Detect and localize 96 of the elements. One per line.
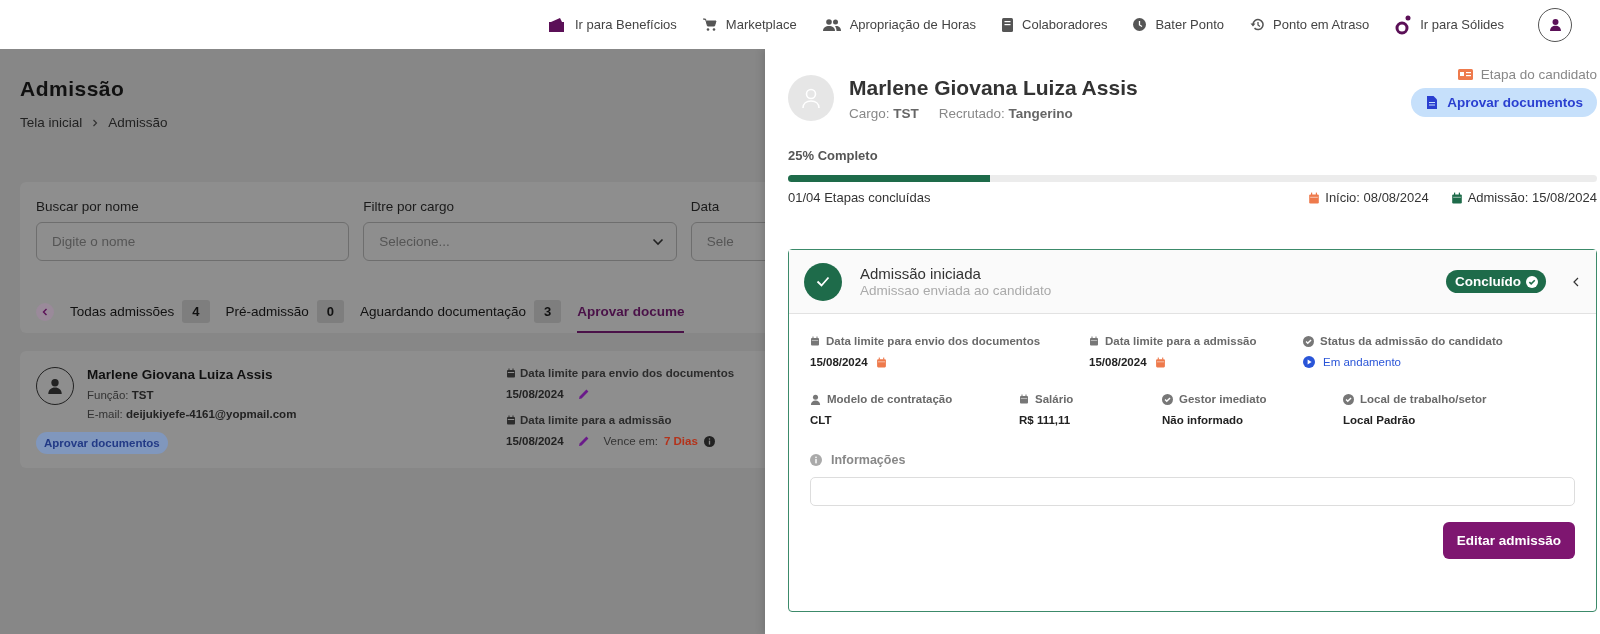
field-label: Filtre por cargo — [363, 199, 456, 214]
tab[interactable]: Aguardando documentação 3 — [360, 291, 562, 333]
field-value: 15/08/2024 — [1089, 356, 1147, 368]
field-label: Data limite para a admissão — [1105, 335, 1257, 347]
field-label: Data — [690, 199, 721, 214]
info-icon — [703, 435, 715, 447]
play-circle-icon — [1303, 356, 1315, 368]
calendar-icon — [1089, 336, 1099, 346]
field-label: Informações — [831, 453, 906, 467]
deadline-date: 15/08/2024 — [506, 388, 564, 400]
deadline-label: Data limite para envio dos documentos — [520, 367, 735, 379]
count-badge: 4 — [182, 299, 210, 323]
calendar-icon — [1019, 394, 1029, 404]
candidate-role: Função: TST — [87, 389, 155, 401]
nav-link[interactable]: Ir para Benefícios — [547, 17, 677, 32]
field-label: Buscar por nome — [36, 199, 140, 214]
clock-icon — [1133, 18, 1147, 31]
stage-button[interactable]: Aprovar documentos — [1411, 88, 1597, 117]
field-label: Data limite para envio dos documentos — [826, 335, 1041, 347]
calendar-icon — [506, 415, 516, 425]
step-header[interactable]: Admissão iniciada Admissao enviada ao candidato Concluído — [789, 250, 1596, 314]
field-label: Salário — [1035, 393, 1074, 405]
checkmark-icon — [816, 276, 830, 287]
chevron-left-icon — [41, 308, 49, 316]
info-icon — [810, 454, 822, 466]
edit-pencil-icon[interactable] — [577, 435, 590, 447]
check-circle-icon — [1343, 393, 1354, 405]
count-badge: 0 — [316, 299, 345, 323]
candidate-email: E-mail: deijukiyefe-4161@yopmail.com — [87, 408, 297, 420]
admission-date: Admissão: 15/08/2024 — [1467, 190, 1597, 205]
edit-button[interactable]: Editar admissão — [1442, 522, 1575, 559]
field-value: 15/08/2024 — [810, 356, 868, 368]
calendar-icon — [810, 336, 820, 346]
chevron-down-icon — [651, 237, 664, 246]
due-value: 7 Dias — [663, 435, 698, 447]
calendar-icon — [1154, 356, 1166, 368]
person-outline-icon — [800, 87, 822, 109]
candidate-recruiter: Recrutado: Tangerino — [938, 105, 1073, 121]
history-icon — [1250, 18, 1265, 31]
field-label: Status da admissão do candidato — [1320, 335, 1503, 347]
check-circle-icon — [1526, 275, 1538, 288]
book-icon — [1002, 17, 1014, 32]
candidate-name: Marlene Giovana Luiza Assis — [87, 367, 274, 382]
nav-link[interactable]: Marketplace — [702, 17, 797, 32]
field-value: CLT — [810, 414, 832, 426]
field-value: Não informado — [1162, 414, 1244, 426]
progress-label: 25% Completo — [788, 148, 879, 163]
calendar-icon — [875, 356, 887, 368]
deadline-date: 15/08/2024 — [506, 435, 564, 447]
person-icon — [810, 393, 821, 405]
person-icon — [1548, 18, 1562, 31]
nav-link[interactable]: Bater Ponto — [1133, 17, 1225, 32]
id-card-icon — [1457, 69, 1473, 80]
text-field[interactable] — [810, 477, 1575, 506]
status-value: Em andamento — [1323, 356, 1401, 368]
stage-label: Etapa do candidato — [1480, 67, 1597, 82]
status-badge: Concluído — [1446, 270, 1546, 293]
step-subtitle: Admissao enviada ao candidato — [860, 283, 1053, 298]
calendar-icon — [1308, 191, 1321, 204]
people-icon — [822, 18, 841, 31]
calendar-icon — [506, 368, 516, 378]
tab[interactable]: Aprovar docume — [577, 291, 685, 333]
deadline-label: Data limite para a admissão — [520, 414, 672, 426]
check-circle-icon — [1162, 393, 1173, 405]
step-title: Admissão iniciada — [860, 265, 982, 282]
field-value: R$ 111,11 — [1019, 414, 1071, 426]
breadcrumb-item[interactable]: Tela inicial — [20, 115, 83, 130]
tab[interactable]: Todas admissões 4 — [70, 291, 210, 333]
field-value: Local Padrão — [1343, 414, 1416, 426]
candidate-role: Cargo: TST — [849, 105, 919, 121]
edit-pencil-icon[interactable] — [577, 388, 590, 400]
candidate-name: Marlene Giovana Luiza Assis — [849, 75, 1138, 100]
tab[interactable]: Pré-admissão 0 — [225, 291, 345, 333]
due-label: Vence em: — [603, 435, 658, 447]
cart-icon — [702, 18, 717, 31]
nav-link[interactable]: Ir para Sólides — [1395, 14, 1504, 35]
field-label: Gestor imediato — [1179, 393, 1267, 405]
field-label: Local de trabalho/setor — [1360, 393, 1487, 405]
search-field[interactable]: Digite o nome — [36, 222, 350, 261]
start-date: Início: 08/08/2024 — [1325, 190, 1429, 205]
document-icon — [1427, 96, 1438, 109]
check-circle-icon — [1303, 335, 1314, 347]
breadcrumb-item: Admissão — [108, 115, 168, 130]
wallet-icon — [547, 17, 566, 32]
back-button[interactable] — [36, 303, 54, 321]
person-icon — [47, 378, 63, 394]
steps-completed: 01/04 Etapas concluídas — [788, 190, 931, 205]
ring-logo-icon — [1395, 14, 1412, 35]
status-badge[interactable]: Aprovar documentos — [36, 432, 168, 454]
calendar-icon — [1450, 191, 1463, 204]
nav-link[interactable]: Ponto em Atraso — [1250, 17, 1370, 32]
count-badge: 3 — [533, 299, 562, 323]
field-label: Modelo de contratação — [827, 393, 953, 405]
nav-link[interactable]: Colaboradores — [1002, 17, 1108, 32]
nav-link[interactable]: Apropriação de Horas — [822, 17, 977, 32]
page-title: Admissão — [20, 77, 126, 101]
